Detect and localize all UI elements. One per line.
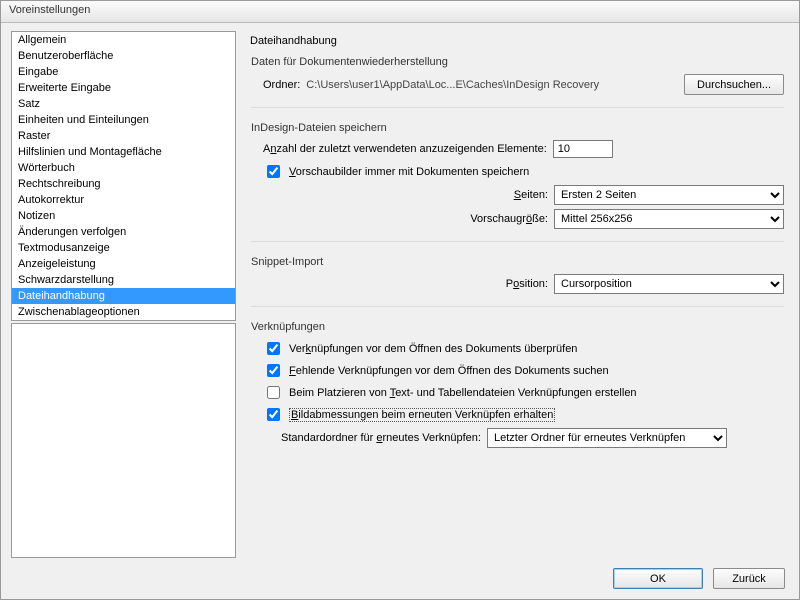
- category-item[interactable]: Autokorrektur: [12, 192, 235, 208]
- group-save: InDesign-Dateien speichern Anzahl der zu…: [250, 121, 785, 243]
- group-recovery: Daten für Dokumentenwiederherstellung Or…: [250, 55, 785, 109]
- main-panel: Dateihandhabung Daten für Dokumentenwied…: [246, 31, 789, 558]
- create-links-on-place-label: Beim Platzieren von Text- und Tabellenda…: [289, 387, 637, 399]
- category-item[interactable]: Zwischenablageoptionen: [12, 304, 235, 320]
- snippet-position-label: Position:: [428, 278, 548, 290]
- category-item[interactable]: Wörterbuch: [12, 160, 235, 176]
- category-item[interactable]: Einheiten und Einteilungen: [12, 112, 235, 128]
- recovery-folder-path: C:\Users\user1\AppData\Loc...E\Caches\In…: [306, 79, 599, 91]
- sidebar: AllgemeinBenutzeroberflächeEingabeErweit…: [11, 31, 236, 558]
- snippet-position-select[interactable]: Cursorposition: [554, 274, 784, 294]
- preserve-dimensions-label: Bildabmessungen beim erneuten Verknüpfen…: [289, 409, 555, 421]
- category-item[interactable]: Allgemein: [12, 32, 235, 48]
- find-missing-links-checkbox[interactable]: [267, 364, 280, 377]
- group-save-label: InDesign-Dateien speichern: [251, 122, 784, 134]
- preferences-dialog: Voreinstellungen AllgemeinBenutzeroberfl…: [0, 0, 800, 600]
- preview-size-label: Vorschaugröße:: [428, 213, 548, 225]
- category-item[interactable]: Erweiterte Eingabe: [12, 80, 235, 96]
- group-recovery-label: Daten für Dokumentenwiederherstellung: [251, 56, 784, 68]
- recent-count-label: Anzahl der zuletzt verwendeten anzuzeige…: [263, 143, 547, 155]
- relink-folder-label: Standardordner für erneutes Verknüpfen:: [281, 432, 481, 444]
- preview-pages-select[interactable]: Ersten 2 Seiten: [554, 185, 784, 205]
- browse-button[interactable]: Durchsuchen...: [684, 74, 784, 95]
- category-item[interactable]: Benutzeroberfläche: [12, 48, 235, 64]
- save-previews-label: Vorschaubilder immer mit Dokumenten spei…: [289, 166, 529, 178]
- category-item[interactable]: Rechtschreibung: [12, 176, 235, 192]
- category-list[interactable]: AllgemeinBenutzeroberflächeEingabeErweit…: [11, 31, 236, 321]
- category-item[interactable]: Raster: [12, 128, 235, 144]
- group-snippet: Snippet-Import Position: Cursorposition: [250, 255, 785, 308]
- panel-heading: Dateihandhabung: [250, 35, 785, 47]
- dialog-button-bar: OK Zurück: [1, 562, 799, 599]
- group-links-label: Verknüpfungen: [251, 321, 784, 333]
- category-item[interactable]: Anzeigeleistung: [12, 256, 235, 272]
- find-missing-links-label: Fehlende Verknüpfungen vor dem Öffnen de…: [289, 365, 609, 377]
- group-links: Verknüpfungen Verknüpfungen vor dem Öffn…: [250, 320, 785, 461]
- check-links-before-open-label: Verknüpfungen vor dem Öffnen des Dokumen…: [289, 343, 577, 355]
- group-snippet-label: Snippet-Import: [251, 256, 784, 268]
- category-item[interactable]: Hilfslinien und Montagefläche: [12, 144, 235, 160]
- preview-size-select[interactable]: Mittel 256x256: [554, 209, 784, 229]
- preview-pages-label: Seiten:: [428, 189, 548, 201]
- check-links-before-open-checkbox[interactable]: [267, 342, 280, 355]
- category-item[interactable]: Satz: [12, 96, 235, 112]
- category-item[interactable]: Dateihandhabung: [12, 288, 235, 304]
- category-description-box: [11, 323, 236, 558]
- relink-folder-select[interactable]: Letzter Ordner für erneutes Verknüpfen: [487, 428, 727, 448]
- category-item[interactable]: Notizen: [12, 208, 235, 224]
- category-item[interactable]: Änderungen verfolgen: [12, 224, 235, 240]
- save-previews-checkbox[interactable]: [267, 165, 280, 178]
- ok-button[interactable]: OK: [613, 568, 703, 589]
- recovery-folder-label: Ordner:: [263, 79, 300, 91]
- category-item[interactable]: Schwarzdarstellung: [12, 272, 235, 288]
- category-item[interactable]: Textmodusanzeige: [12, 240, 235, 256]
- dialog-title: Voreinstellungen: [1, 1, 799, 23]
- cancel-button[interactable]: Zurück: [713, 568, 785, 589]
- preserve-dimensions-checkbox[interactable]: [267, 408, 280, 421]
- recent-count-input[interactable]: [553, 140, 613, 158]
- create-links-on-place-checkbox[interactable]: [267, 386, 280, 399]
- category-item[interactable]: Eingabe: [12, 64, 235, 80]
- dialog-content: AllgemeinBenutzeroberflächeEingabeErweit…: [1, 23, 799, 562]
